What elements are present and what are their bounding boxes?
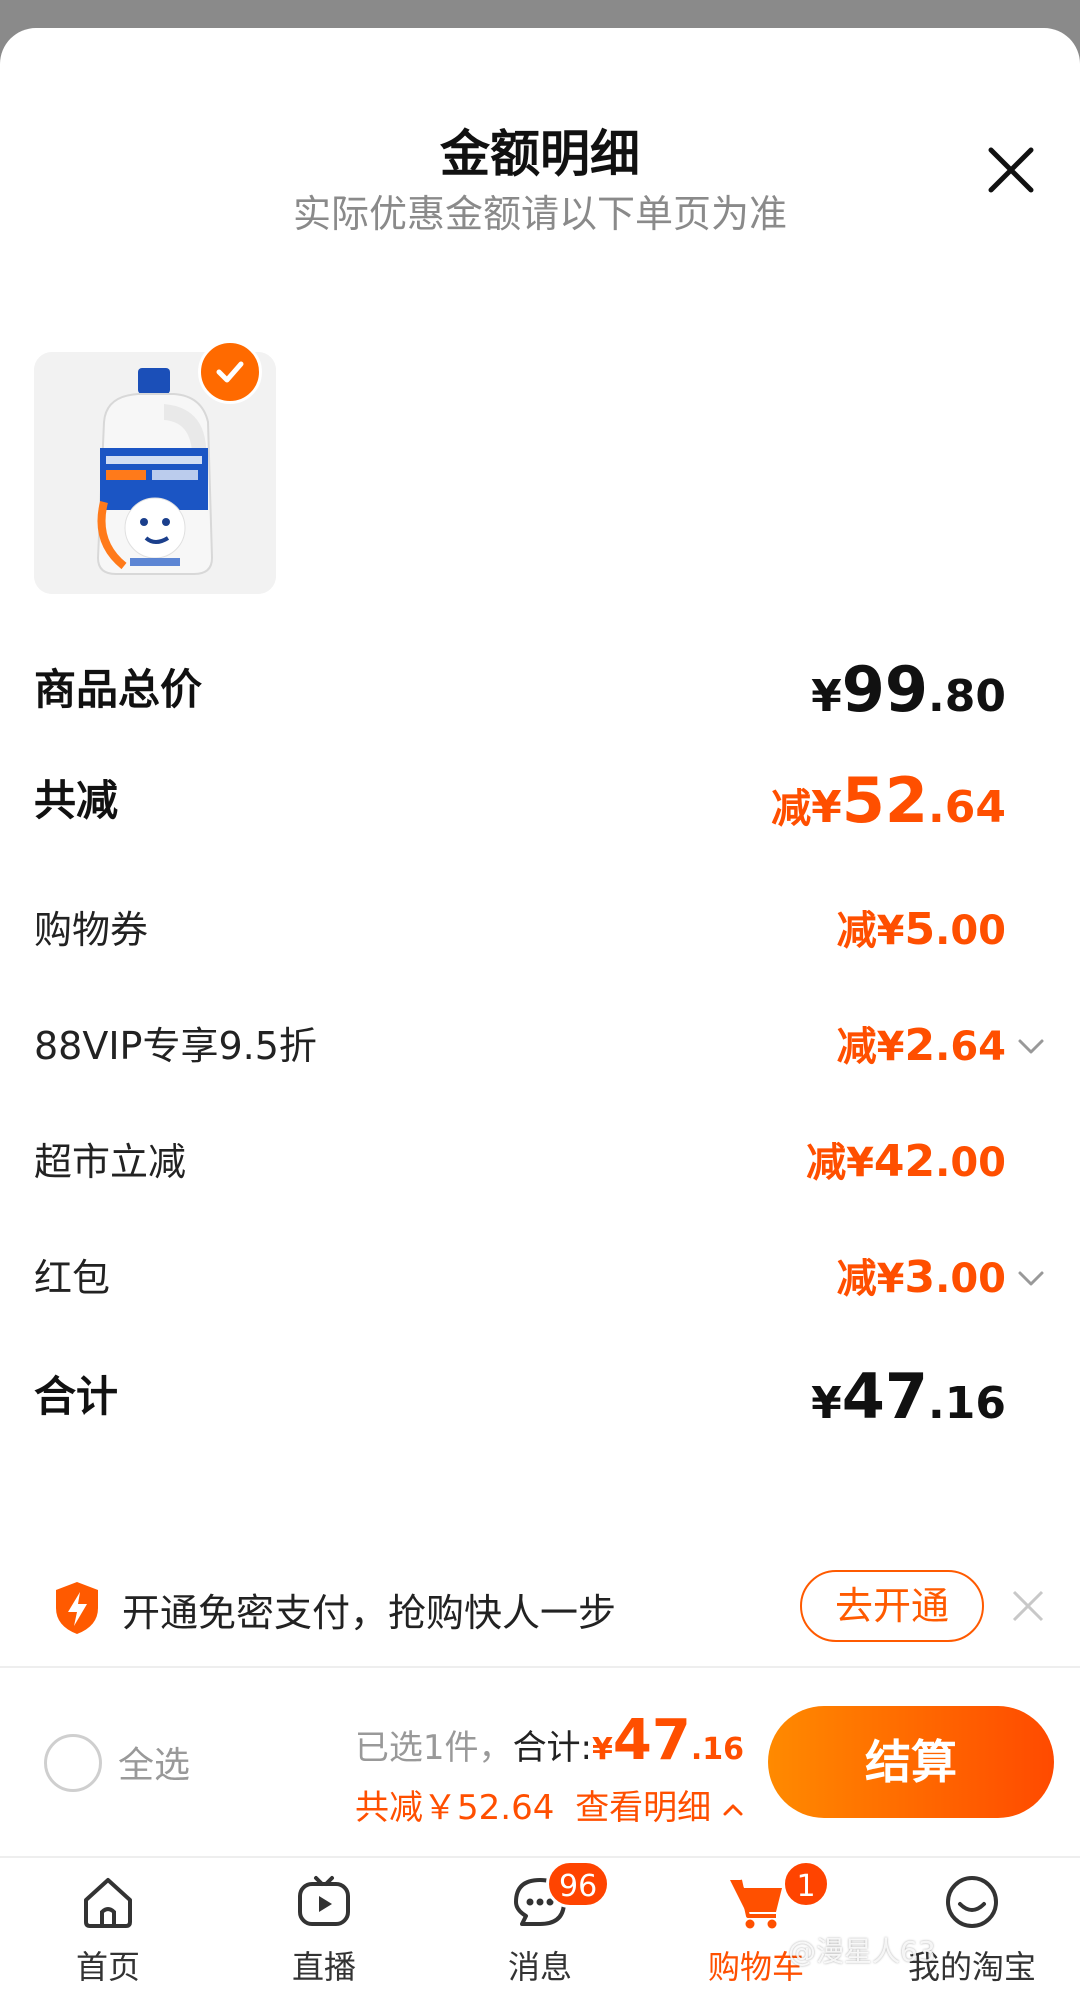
- price-integer: 42: [873, 1136, 936, 1187]
- activate-button[interactable]: 去开通: [800, 1570, 984, 1642]
- reduction-prefix: 减: [836, 908, 877, 954]
- details-link-label[interactable]: 查看明细: [575, 1788, 711, 1828]
- sheet-title: 金额明细: [440, 125, 640, 183]
- profile-icon: [946, 1876, 998, 1928]
- tab-cart[interactable]: 购物车 1: [676, 1858, 836, 1994]
- checkout-bar: 全选 已选1件，合计:¥47.16 共减￥52.64 查看明细 结算: [0, 1670, 1080, 1854]
- discount-value: 减¥42.00: [806, 1127, 1006, 1206]
- price-decimal: .64: [935, 1024, 1006, 1070]
- total-price-row: 商品总价 ¥99.80: [34, 655, 1046, 725]
- message-count-badge: 96: [546, 1860, 611, 1908]
- price-decimal: .16: [690, 1732, 744, 1767]
- price-integer: 3: [904, 1252, 936, 1303]
- sheet-subtitle: 实际优惠金额请以下单页为准: [292, 192, 787, 236]
- currency-symbol: ¥: [846, 1140, 874, 1186]
- discount-label: 超市立减: [34, 1140, 187, 1184]
- currency-symbol: ¥: [811, 671, 842, 722]
- discount-row-coupon: 购物券 减¥5.00: [34, 895, 1046, 965]
- total-reduction-label: 共减: [34, 776, 119, 825]
- tab-messages[interactable]: 消息 96: [460, 1858, 620, 1994]
- price-decimal: .00: [935, 908, 1006, 954]
- discount-value: 减¥5.00: [837, 895, 1006, 974]
- discount-value: 减¥2.64: [837, 1011, 1006, 1090]
- currency-symbol: ¥: [811, 782, 842, 833]
- price-decimal: .00: [935, 1140, 1006, 1186]
- price-integer: 47: [612, 1708, 691, 1773]
- price-integer: 99: [841, 653, 929, 726]
- grand-total-value: ¥47.16: [811, 1362, 1006, 1448]
- chevron-up-icon: [723, 1804, 743, 1815]
- promo-text: 开通免密支付，抢购快人一步: [122, 1591, 617, 1635]
- price-integer: 52: [841, 764, 929, 837]
- close-icon: [988, 147, 1034, 193]
- selected-count: 已选1件，: [354, 1728, 513, 1768]
- discount-row-88vip[interactable]: 88VIP专享9.5折 减¥2.64: [34, 1011, 1046, 1081]
- bottom-tab-bar: 首页 直播 消息 96 购物车 1 我的淘宝: [0, 1856, 1080, 1994]
- grand-total-label: 合计: [34, 1372, 119, 1421]
- cart-count-badge: 1: [782, 1860, 830, 1908]
- discount-label: 购物券: [34, 908, 149, 952]
- currency-symbol: ¥: [811, 1378, 842, 1429]
- currency-symbol: ¥: [876, 1256, 905, 1302]
- product-selected-check[interactable]: [198, 340, 262, 404]
- chevron-down-icon[interactable]: [1016, 1031, 1046, 1061]
- tab-home[interactable]: 首页: [28, 1858, 188, 1994]
- reduction-prefix: 减: [771, 786, 812, 832]
- reduction-prefix: 减: [836, 1256, 877, 1302]
- reduction-prefix: 减: [806, 1140, 847, 1186]
- chevron-down-icon[interactable]: [1016, 1263, 1046, 1293]
- tab-profile[interactable]: 我的淘宝: [892, 1858, 1052, 1994]
- discount-label: 红包: [34, 1256, 111, 1300]
- checkout-button[interactable]: 结算: [768, 1706, 1054, 1818]
- close-icon[interactable]: [1008, 1586, 1048, 1626]
- close-button[interactable]: [985, 144, 1037, 196]
- checkout-summary: 已选1件，合计:¥47.16: [355, 1708, 744, 1773]
- home-icon: [84, 1878, 132, 1928]
- tab-live[interactable]: 直播: [244, 1858, 404, 1994]
- checkmark-icon: [216, 361, 244, 383]
- price-integer: 47: [841, 1360, 929, 1433]
- tab-label: 直播: [291, 1948, 356, 1986]
- total-reduction-value: 减¥52.64: [771, 766, 1006, 852]
- live-icon: [298, 1876, 350, 1926]
- reduction-prefix: 减: [836, 1024, 877, 1070]
- total-reduction-row: 共减 减¥52.64: [34, 766, 1046, 836]
- price-decimal: .16: [928, 1378, 1006, 1429]
- discount-label: 88VIP专享9.5折: [34, 1024, 317, 1068]
- currency-symbol: ¥: [876, 1024, 905, 1070]
- currency-symbol: ¥: [876, 908, 905, 954]
- total-price-label: 商品总价: [34, 665, 203, 714]
- price-integer: 2: [904, 1020, 936, 1071]
- select-all-radio[interactable]: [44, 1734, 102, 1792]
- price-decimal: .64: [928, 782, 1006, 833]
- total-label: 合计:: [512, 1728, 593, 1768]
- reduction-summary: 共减￥52.64: [355, 1788, 555, 1828]
- discount-row-supermarket: 超市立减 减¥42.00: [34, 1127, 1046, 1197]
- password-free-pay-banner: 开通免密支付，抢购快人一步 去开通: [0, 1556, 1080, 1668]
- tab-label: 消息: [507, 1948, 572, 1986]
- price-integer: 5: [904, 904, 936, 955]
- tab-label: 首页: [75, 1948, 140, 1986]
- watermark: @漫星人63: [788, 1935, 936, 1968]
- select-all-label[interactable]: 全选: [118, 1736, 190, 1788]
- shield-lightning-icon: [56, 1582, 98, 1634]
- price-decimal: .00: [935, 1256, 1006, 1302]
- discount-row-red-packet[interactable]: 红包 减¥3.00: [34, 1243, 1046, 1313]
- discount-value: 减¥3.00: [837, 1243, 1006, 1322]
- cart-icon: [730, 1879, 782, 1929]
- currency-symbol: ¥: [592, 1732, 613, 1767]
- total-price-value: ¥99.80: [811, 655, 1006, 741]
- grand-total-row: 合计 ¥47.16: [34, 1362, 1046, 1432]
- price-decimal: .80: [928, 671, 1006, 722]
- view-details-link[interactable]: 共减￥52.64 查看明细: [355, 1780, 744, 1829]
